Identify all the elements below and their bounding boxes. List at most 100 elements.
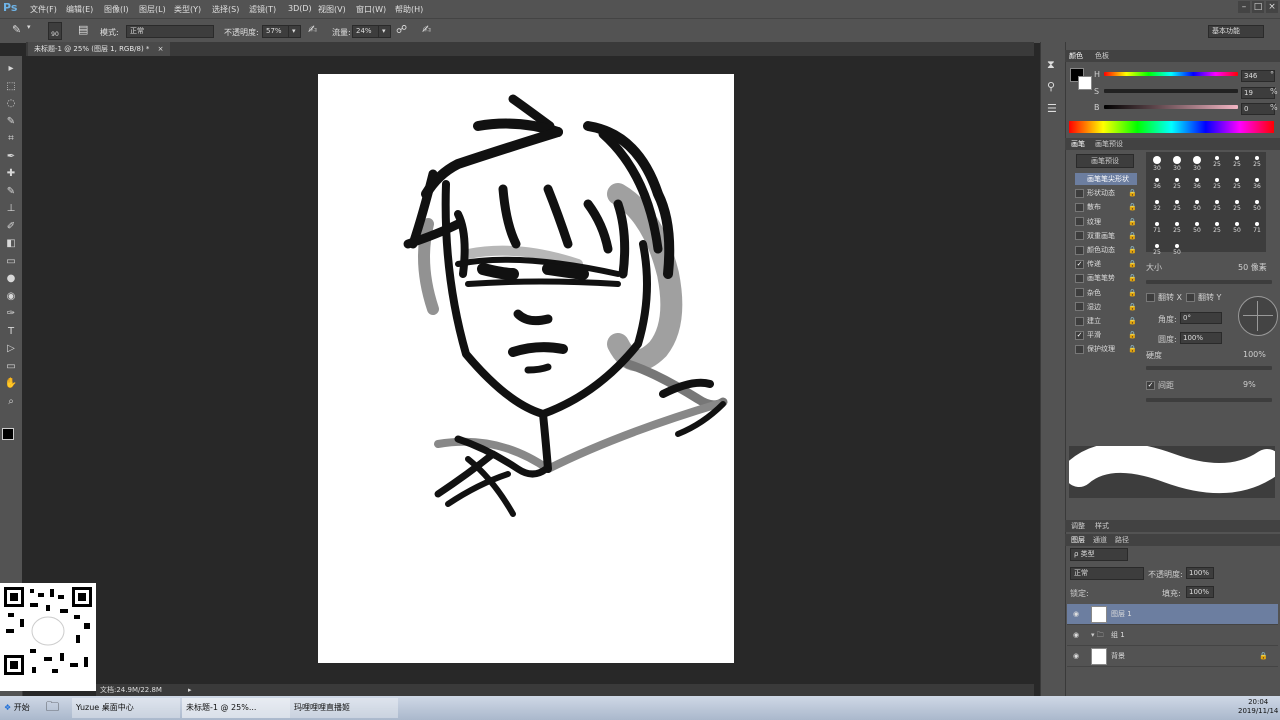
maximize-button[interactable]: □ [1252, 1, 1264, 13]
taskbar-item-livestream[interactable]: 玛哩哩哩直播姬 [290, 698, 398, 718]
angle-input[interactable]: 0° [1180, 312, 1222, 324]
lock-icon[interactable]: 🔒 [1128, 301, 1137, 313]
workspace-select[interactable]: 基本功能 [1208, 25, 1264, 38]
brush-tip-cell[interactable]: 71 [1248, 220, 1266, 240]
brush-tip-cell[interactable]: 25 [1208, 220, 1226, 240]
close-tab-icon[interactable]: × [158, 45, 164, 53]
menu-help[interactable]: 帮助(H) [395, 4, 423, 15]
brush-setting-row[interactable]: 形状动态 🔒 [1075, 187, 1137, 199]
brush-tip-cell[interactable]: 25 [1228, 154, 1246, 174]
pressure-size-icon[interactable]: ✍ [422, 23, 431, 36]
hand-icon[interactable]: ✋ [4, 377, 18, 391]
brush-preset-picker[interactable]: 90 [48, 22, 62, 40]
lock-icon[interactable]: 🔒 [1128, 315, 1137, 327]
layer-row[interactable]: ◉ 背景 🔒 [1067, 646, 1278, 667]
close-button[interactable]: × [1266, 1, 1278, 13]
tab-channels[interactable]: 通道 [1093, 535, 1107, 545]
eye-icon[interactable]: ◉ [1073, 625, 1079, 645]
brush-setting-row[interactable]: 湿边 🔒 [1075, 301, 1137, 313]
menu-edit[interactable]: 编辑(E) [66, 4, 93, 15]
brush-tip-cell[interactable]: 25 [1168, 198, 1186, 218]
eye-icon[interactable]: ◉ [1073, 646, 1079, 666]
brush-setting-row[interactable]: 颜色动态 🔒 [1075, 244, 1137, 256]
history-brush-icon[interactable]: ✐ [4, 220, 18, 234]
brightness-slider[interactable] [1104, 105, 1238, 109]
history-icon[interactable]: ⧗ [1047, 58, 1055, 72]
lock-icon[interactable]: 🔒 [1128, 272, 1137, 284]
flip-x-checkbox[interactable]: 翻转 X [1146, 292, 1182, 303]
tab-color[interactable]: 颜色 [1069, 51, 1083, 61]
size-value[interactable]: 50 像素 [1238, 262, 1267, 273]
brush-tip-cell[interactable]: 30 [1148, 154, 1166, 174]
size-slider[interactable] [1146, 280, 1272, 284]
menu-select[interactable]: 选择(S) [212, 4, 239, 15]
brush-tip-cell[interactable]: 25 [1248, 154, 1266, 174]
blur-icon[interactable]: ● [4, 272, 18, 286]
tab-paths[interactable]: 路径 [1115, 535, 1129, 545]
pen-icon[interactable]: ✑ [4, 307, 18, 321]
brush-tip-cell[interactable]: 30 [1188, 154, 1206, 174]
brush-tip-cell[interactable]: 25 [1228, 176, 1246, 196]
brush-setting-checkbox[interactable]: ✓ [1075, 330, 1084, 340]
menu-3d[interactable]: 3D(D) [288, 4, 312, 13]
menu-file[interactable]: 文件(F) [30, 4, 57, 15]
brush-setting-checkbox[interactable] [1075, 316, 1084, 326]
lasso-icon[interactable]: ◌ [4, 97, 18, 111]
tab-adjustments[interactable]: 调整 [1071, 521, 1085, 531]
hardness-slider[interactable] [1146, 366, 1272, 370]
minimize-button[interactable]: – [1238, 1, 1250, 13]
hue-slider[interactable] [1104, 72, 1238, 76]
menu-view[interactable]: 视图(V) [318, 4, 346, 15]
brush-setting-row[interactable]: 建立 🔒 [1075, 315, 1137, 327]
menu-layer[interactable]: 图层(L) [139, 4, 166, 15]
brush-setting-row[interactable]: ✓ 平滑 🔒 [1075, 329, 1137, 341]
lock-icon[interactable]: 🔒 [1128, 230, 1137, 242]
lock-icon[interactable]: 🔒 [1128, 343, 1137, 355]
brush-tip-cell[interactable]: 71 [1148, 220, 1166, 240]
crop-icon[interactable]: ⌗ [4, 132, 18, 146]
brush-setting-checkbox[interactable] [1075, 202, 1084, 212]
healing-icon[interactable]: ✚ [4, 167, 18, 181]
brush-panel-toggle-icon[interactable]: ▤ [78, 23, 88, 36]
dodge-icon[interactable]: ◉ [4, 290, 18, 304]
shape-icon[interactable]: ▭ [4, 360, 18, 374]
brush-tip-cell[interactable]: 25 [1228, 198, 1246, 218]
lock-icon[interactable]: 🔒 [1259, 646, 1268, 666]
taskbar-item-photoshop[interactable]: 未标题-1 @ 25%... [182, 698, 290, 718]
move-icon[interactable]: ▸ [4, 62, 18, 76]
spacing-slider[interactable] [1146, 398, 1272, 402]
lock-icon[interactable]: 🔒 [1128, 244, 1137, 256]
lock-icon[interactable]: 🔒 [1128, 258, 1137, 270]
document-tab[interactable]: 未标题-1 @ 25% (图层 1, RGB/8) * × [28, 42, 170, 56]
tab-swatches[interactable]: 色板 [1095, 51, 1109, 61]
taskbar-item-yuzue[interactable]: Yuzue 桌面中心 [72, 698, 180, 718]
brush-setting-row[interactable]: 散布 🔒 [1075, 201, 1137, 213]
flip-y-checkbox[interactable]: 翻转 Y [1186, 292, 1221, 303]
marquee-icon[interactable]: ⬚ [4, 80, 18, 94]
lock-icon[interactable]: 🔒 [1128, 329, 1137, 341]
tab-brush[interactable]: 画笔 [1071, 139, 1085, 149]
eyedropper-icon[interactable]: ✒ [4, 150, 18, 164]
brush-presets-button[interactable]: 画笔预设 [1076, 154, 1134, 168]
brush-setting-checkbox[interactable]: ✓ [1075, 259, 1084, 269]
brush-tip-cell[interactable]: 25 [1208, 154, 1226, 174]
brush-tip-cell[interactable]: 25 [1148, 242, 1166, 262]
brush-tip-cell[interactable]: 36 [1148, 176, 1166, 196]
menu-type[interactable]: 类型(Y) [174, 4, 201, 15]
hardness-value[interactable]: 100% [1243, 350, 1266, 359]
layer-filter-select[interactable]: ρ 类型 [1070, 548, 1128, 561]
blend-mode-select[interactable]: 正常 [1070, 567, 1144, 580]
brush-angle-preview[interactable] [1238, 296, 1278, 336]
toolbox-foreground-swatch[interactable] [2, 428, 14, 440]
brush-tip-cell[interactable]: 25 [1208, 176, 1226, 196]
actions-icon[interactable]: ⚲ [1047, 80, 1055, 93]
brush-tip-cell[interactable]: 50 [1188, 198, 1206, 218]
brush-tip-cell[interactable]: 32 [1148, 198, 1166, 218]
tab-styles[interactable]: 样式 [1095, 521, 1109, 531]
brush-setting-row[interactable]: 双重画笔 🔒 [1075, 230, 1137, 242]
brush-tip-cell[interactable]: 36 [1248, 176, 1266, 196]
brush-setting-row[interactable]: 杂色 🔒 [1075, 287, 1137, 299]
lock-icon[interactable]: 🔒 [1128, 287, 1137, 299]
brush-setting-checkbox[interactable] [1075, 273, 1084, 283]
mode-select[interactable]: 正常 [126, 25, 214, 38]
